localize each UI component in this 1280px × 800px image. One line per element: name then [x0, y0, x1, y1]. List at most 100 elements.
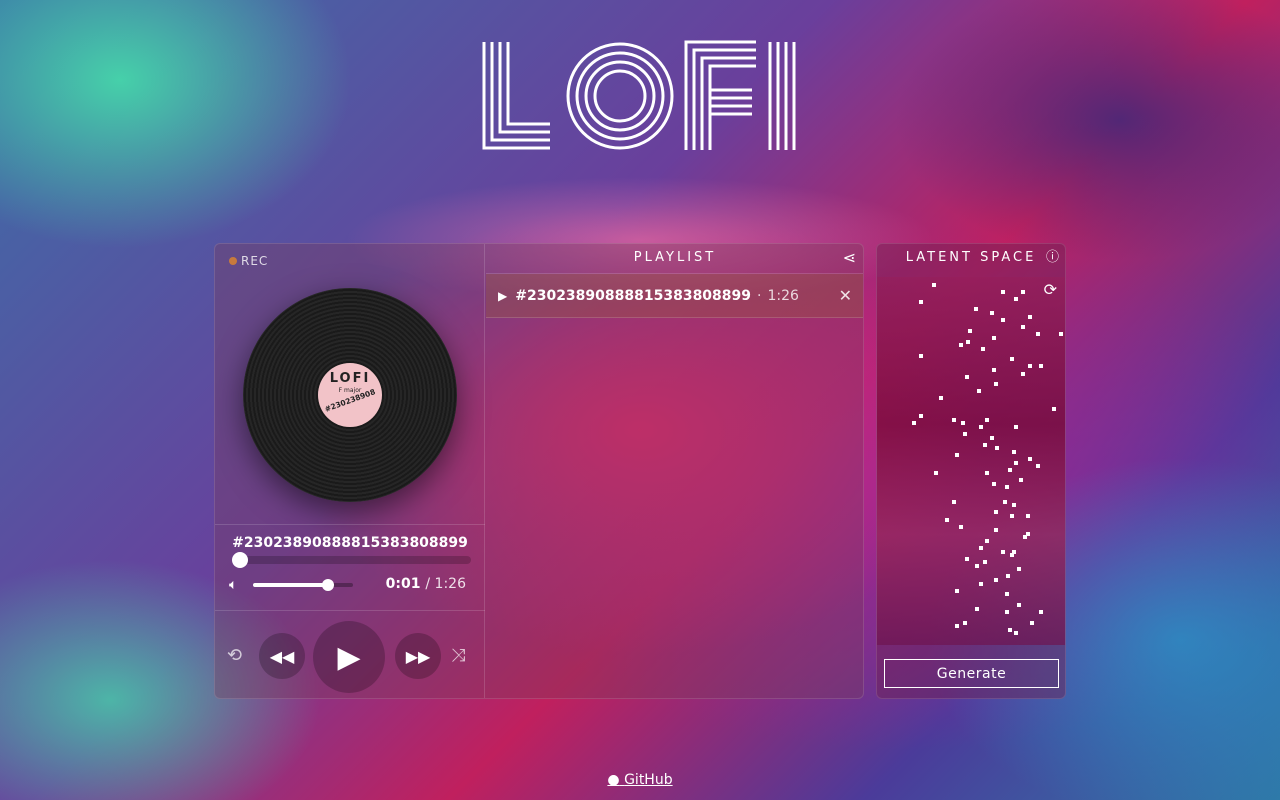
latent-point[interactable] [960, 421, 965, 426]
latent-point[interactable] [984, 471, 989, 476]
latent-point[interactable] [964, 375, 969, 380]
repeat-icon[interactable]: ⟲ [227, 645, 242, 666]
latent-point[interactable] [1013, 296, 1018, 301]
latent-point[interactable] [995, 446, 1000, 451]
latent-point[interactable] [1011, 503, 1016, 508]
latent-point[interactable] [982, 442, 987, 447]
latent-point[interactable] [919, 414, 924, 419]
latent-point[interactable] [1013, 460, 1018, 465]
latent-point[interactable] [955, 624, 960, 629]
latent-point[interactable] [964, 556, 969, 561]
progress-bar[interactable] [231, 552, 471, 568]
latent-point[interactable] [980, 346, 985, 351]
latent-point[interactable] [1004, 485, 1009, 490]
latent-point[interactable] [919, 353, 924, 358]
latent-point[interactable] [951, 417, 956, 422]
latent-point[interactable] [979, 581, 984, 586]
github-link[interactable]: ● GitHub [607, 772, 672, 788]
rewind-button[interactable]: ◀◀ [259, 633, 305, 679]
latent-point[interactable] [982, 560, 987, 565]
latent-point[interactable] [1002, 499, 1007, 504]
latent-point[interactable] [1013, 631, 1018, 636]
latent-point[interactable] [991, 368, 996, 372]
record-button[interactable]: REC [229, 254, 268, 268]
latent-point[interactable] [1008, 467, 1013, 472]
latent-point[interactable] [975, 563, 980, 568]
latent-point[interactable] [931, 282, 936, 287]
latent-point[interactable] [979, 424, 984, 429]
latent-point[interactable] [993, 528, 998, 533]
latent-point[interactable] [1010, 357, 1015, 362]
share-icon[interactable]: ⋖ [843, 244, 856, 271]
latent-point[interactable] [1039, 610, 1044, 615]
latent-point[interactable] [962, 620, 967, 625]
latent-point[interactable] [984, 417, 989, 422]
help-icon[interactable]: ⓘ [1046, 244, 1059, 271]
latent-point[interactable] [1026, 513, 1031, 518]
volume-slider[interactable] [253, 579, 353, 591]
latent-point[interactable] [979, 546, 984, 550]
playlist-item[interactable]: ▶ #23023890888815383808899 · 1:26 ✕ [486, 274, 863, 318]
latent-point[interactable] [1028, 457, 1033, 461]
latent-point[interactable] [990, 311, 995, 316]
latent-point[interactable] [955, 453, 960, 458]
latent-point[interactable] [1022, 535, 1027, 540]
latent-point[interactable] [919, 300, 924, 305]
latent-point[interactable] [944, 517, 949, 522]
latent-point[interactable] [959, 524, 964, 529]
latent-point[interactable] [1026, 531, 1031, 536]
latent-point[interactable] [1008, 627, 1013, 632]
latent-point[interactable] [977, 389, 982, 394]
latent-point[interactable] [1010, 513, 1015, 518]
latent-point[interactable] [991, 335, 996, 340]
latent-point[interactable] [939, 396, 944, 401]
latent-point[interactable] [1004, 610, 1009, 615]
latent-point[interactable] [1010, 553, 1015, 558]
shuffle-icon[interactable]: ⤨ [451, 645, 465, 666]
latent-point[interactable] [1000, 289, 1005, 294]
latent-point[interactable] [1028, 314, 1033, 319]
latent-point[interactable] [1000, 318, 1005, 323]
latent-point[interactable] [1028, 364, 1033, 369]
generate-button[interactable]: Generate [884, 659, 1059, 688]
fast-forward-button[interactable]: ▶▶ [395, 633, 441, 679]
latent-point[interactable] [933, 471, 938, 476]
latent-space-canvas[interactable] [877, 277, 1065, 645]
volume-icon[interactable]: 🔈︎ [229, 577, 237, 593]
latent-point[interactable] [951, 499, 956, 504]
close-icon[interactable]: ✕ [839, 286, 852, 305]
latent-point[interactable] [1011, 449, 1016, 454]
latent-point[interactable] [975, 606, 980, 611]
latent-point[interactable] [1017, 567, 1022, 572]
latent-point[interactable] [990, 435, 995, 440]
latent-point[interactable] [1004, 592, 1009, 597]
latent-point[interactable] [955, 588, 960, 593]
latent-point[interactable] [1017, 602, 1022, 607]
latent-point[interactable] [1035, 464, 1040, 469]
latent-point[interactable] [1039, 364, 1044, 369]
latent-point[interactable] [993, 578, 998, 583]
latent-point[interactable] [993, 510, 998, 515]
latent-point[interactable] [1059, 332, 1064, 337]
latent-point[interactable] [968, 328, 973, 333]
latent-point[interactable] [911, 421, 916, 426]
latent-point[interactable] [962, 432, 967, 437]
latent-point[interactable] [1020, 325, 1025, 330]
latent-point[interactable] [959, 343, 964, 348]
latent-point[interactable] [1006, 574, 1011, 579]
refresh-icon[interactable]: ⟳ [1044, 280, 1057, 299]
latent-point[interactable] [1013, 424, 1018, 429]
latent-point[interactable] [991, 481, 996, 486]
latent-point[interactable] [966, 339, 971, 344]
play-icon[interactable]: ▶ [498, 289, 507, 303]
progress-handle[interactable] [231, 552, 248, 568]
latent-point[interactable] [1020, 289, 1025, 294]
latent-point[interactable] [1020, 371, 1025, 376]
play-button[interactable]: ▶ [313, 621, 385, 693]
latent-point[interactable] [984, 538, 989, 543]
latent-point[interactable] [1000, 549, 1005, 554]
latent-point[interactable] [1030, 620, 1035, 625]
latent-point[interactable] [1051, 407, 1056, 412]
latent-point[interactable] [1035, 332, 1040, 337]
latent-point[interactable] [973, 307, 978, 312]
